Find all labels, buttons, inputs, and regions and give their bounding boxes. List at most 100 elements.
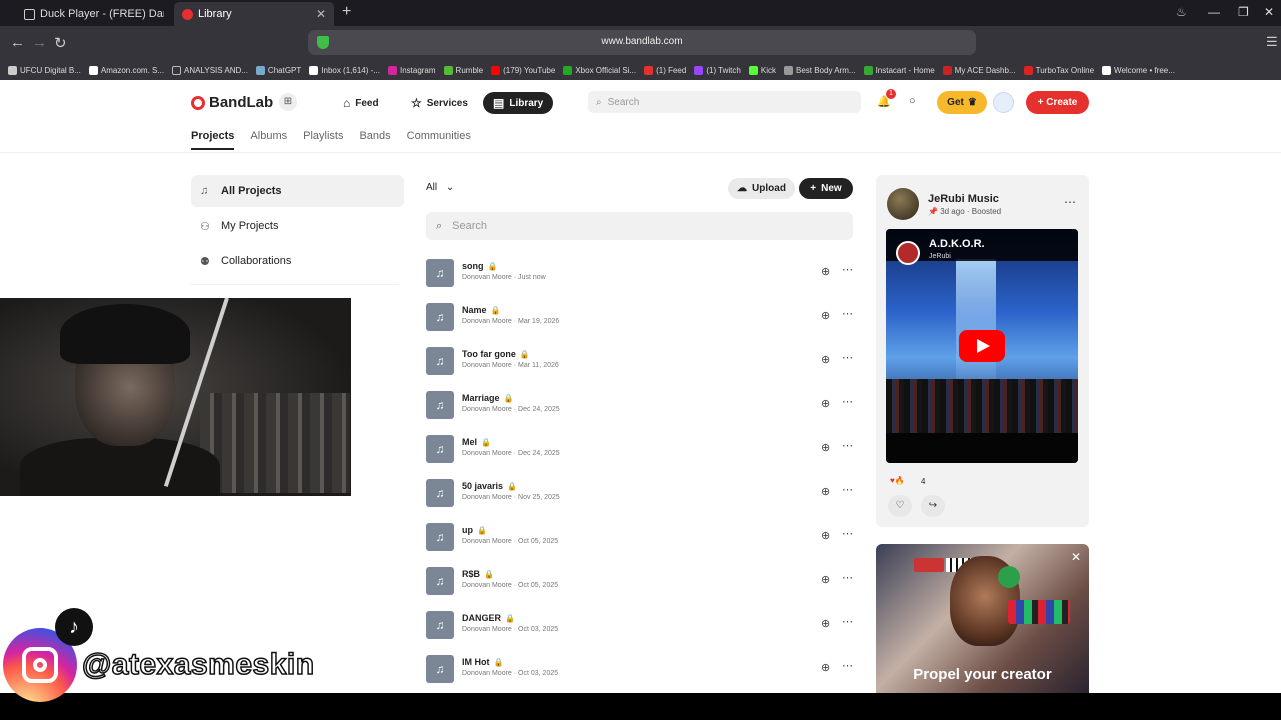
bookmark[interactable]: Instacart - Home (863, 65, 935, 75)
tab-albums[interactable]: Albums (250, 130, 287, 150)
cloud-upload-icon: ☁ (737, 183, 748, 194)
bookmark[interactable]: My ACE Dashb... (942, 65, 1016, 75)
bookmark[interactable]: Amazon.com. S... (88, 65, 164, 75)
project-row[interactable]: ♫ Mel 🔒 Donovan Moore · Dec 24, 2025 ⊕ ⋯ (426, 429, 853, 469)
tab-playlists[interactable]: Playlists (303, 130, 343, 150)
collaborate-icon[interactable]: ⊕ (821, 265, 830, 278)
forward-icon[interactable]: → (32, 34, 47, 51)
more-options-icon[interactable]: ⋯ (842, 351, 853, 364)
bookmark-label: UFCU Digital B... (20, 65, 81, 75)
collaborate-icon[interactable]: ⊕ (821, 485, 830, 498)
project-meta: Donovan Moore · Mar 19, 2026 (462, 318, 560, 325)
menu-icon[interactable]: ☰ (1266, 34, 1278, 50)
bookmark[interactable]: Inbox (1,614) -... (309, 65, 380, 75)
bandlab-logo-icon (191, 95, 205, 110)
get-membership-button[interactable]: Get ♛ (937, 91, 987, 114)
more-options-icon[interactable]: ⋯ (842, 571, 853, 584)
project-search-input[interactable]: ⌕ Search (426, 212, 853, 240)
user-avatar[interactable] (993, 92, 1014, 113)
maximize-icon[interactable]: ❐ (1238, 5, 1249, 19)
project-row[interactable]: ♫ 50 javaris 🔒 Donovan Moore · Nov 25, 20… (426, 473, 853, 513)
nav-library[interactable]: ▤ Library (483, 92, 554, 114)
bookmark[interactable]: Instagram (387, 65, 436, 75)
sidebar-item-collaborations[interactable]: ⚉ Collaborations (191, 245, 404, 277)
bookmark[interactable]: Welcome • free... (1102, 65, 1175, 75)
collaborate-icon[interactable]: ⊕ (821, 661, 830, 674)
flame-icon[interactable]: ♨ (1176, 5, 1187, 19)
project-row[interactable]: ♫ IM Hot 🔒 Donovan Moore · Oct 03, 2025 ⊕… (426, 649, 853, 689)
bookmark[interactable]: (1) Feed (644, 65, 686, 75)
bookmark[interactable]: TurboTax Online (1023, 65, 1094, 75)
more-options-icon[interactable]: ⋯ (842, 395, 853, 408)
youtube-play-icon[interactable] (959, 330, 1005, 362)
more-options-icon[interactable]: ⋯ (842, 439, 853, 452)
project-row[interactable]: ♫ up 🔒 Donovan Moore · Oct 05, 2025 ⊕ ⋯ (426, 517, 853, 557)
collaborate-icon[interactable]: ⊕ (821, 441, 830, 454)
more-options-icon[interactable]: ⋯ (842, 263, 853, 276)
upload-button[interactable]: ☁ Upload (728, 178, 795, 199)
bandlab-logo[interactable]: BandLab (191, 94, 273, 111)
close-icon[interactable]: ✕ (1071, 550, 1081, 564)
bookmark[interactable]: ANALYSIS AND... (172, 65, 248, 75)
project-row[interactable]: ♫ R$B 🔒 Donovan Moore · Oct 05, 2025 ⊕ ⋯ (426, 561, 853, 601)
bookmark[interactable]: UFCU Digital B... (8, 65, 81, 75)
browser-tab-active[interactable]: Library ✕ (174, 2, 334, 26)
music-note-icon: ♫ (426, 567, 454, 595)
collaborate-icon[interactable]: ⊕ (821, 397, 830, 410)
more-options-icon[interactable]: ⋯ (842, 483, 853, 496)
bandlab-favicon-icon (182, 8, 193, 20)
bookmark[interactable]: Kick (748, 65, 776, 75)
bookmark[interactable]: Rumble (443, 65, 483, 75)
new-project-button[interactable]: + New (799, 178, 853, 199)
tab-communities[interactable]: Communities (407, 130, 471, 150)
project-row[interactable]: ♫ Too far gone 🔒 Donovan Moore · Mar 11, … (426, 341, 853, 381)
more-options-icon[interactable]: ⋯ (1064, 195, 1076, 209)
post-author[interactable]: JeRubi Music (928, 193, 999, 205)
close-window-icon[interactable]: ✕ (1264, 5, 1274, 19)
new-tab-icon[interactable]: + (342, 3, 351, 21)
share-button[interactable]: ↪ (921, 495, 945, 517)
collaborate-icon[interactable]: ⊕ (821, 309, 830, 322)
close-tab-icon[interactable]: ✕ (316, 7, 326, 21)
sidebar-item-my-projects[interactable]: ⚇ My Projects (191, 210, 404, 242)
collaborate-icon[interactable]: ⊕ (821, 353, 830, 366)
collaborate-icon[interactable]: ⊕ (821, 617, 830, 630)
project-row[interactable]: ♫ Marriage 🔒 Donovan Moore · Dec 24, 2025… (426, 385, 853, 425)
project-author: Donovan Moore (462, 670, 512, 677)
project-row[interactable]: ♫ DANGER 🔒 Donovan Moore · Oct 03, 2025 ⊕… (426, 605, 853, 645)
apps-grid-icon[interactable]: ⊞ (279, 93, 297, 111)
more-options-icon[interactable]: ⋯ (842, 307, 853, 320)
chat-icon[interactable]: ○ (909, 95, 916, 107)
project-meta: Donovan Moore · Dec 24, 2025 (462, 450, 560, 457)
global-search-input[interactable]: ⌕ Search (588, 91, 861, 113)
promo-banner[interactable]: ✕ Propel your creator (876, 544, 1089, 693)
nav-services[interactable]: ☆ Services (411, 92, 468, 114)
tab-projects[interactable]: Projects (191, 130, 235, 150)
more-options-icon[interactable]: ⋯ (842, 527, 853, 540)
collaborate-icon[interactable]: ⊕ (821, 573, 830, 586)
author-avatar[interactable] (887, 188, 919, 220)
project-row[interactable]: ♫ Name 🔒 Donovan Moore · Mar 19, 2026 ⊕ ⋯ (426, 297, 853, 337)
sidebar-item-all-projects[interactable]: ♫ All Projects (191, 175, 404, 207)
tab-bands[interactable]: Bands (359, 130, 390, 150)
bookmark[interactable]: ChatGPT (255, 65, 301, 75)
bookmark[interactable]: Xbox Official Si... (563, 65, 636, 75)
more-options-icon[interactable]: ⋯ (842, 659, 853, 672)
bookmark[interactable]: (1) Twitch (694, 65, 741, 75)
create-button[interactable]: + Create (1026, 91, 1089, 114)
filter-dropdown[interactable]: All ⌄ (426, 182, 454, 193)
collaborate-icon[interactable]: ⊕ (821, 529, 830, 542)
nav-feed[interactable]: ⌂ Feed (343, 92, 379, 114)
bookmark[interactable]: (179) YouTube (491, 65, 555, 75)
project-row[interactable]: ♫ song 🔒 Donovan Moore · Just now ⊕ ⋯ (426, 253, 853, 293)
reload-icon[interactable]: ↻ (54, 34, 67, 52)
back-icon[interactable]: ← (10, 34, 25, 51)
instagram-glyph (22, 647, 58, 683)
address-bar[interactable]: www.bandlab.com (308, 30, 976, 55)
like-button[interactable]: ♡ (888, 495, 912, 517)
bookmark[interactable]: Best Body Arm... (783, 65, 856, 75)
minimize-icon[interactable]: — (1208, 5, 1220, 19)
more-options-icon[interactable]: ⋯ (842, 615, 853, 628)
browser-tab[interactable]: Duck Player - (FREE) Daniel Caesar (16, 2, 172, 26)
video-embed[interactable]: A.D.K.O.R. JeRubi (886, 229, 1078, 463)
